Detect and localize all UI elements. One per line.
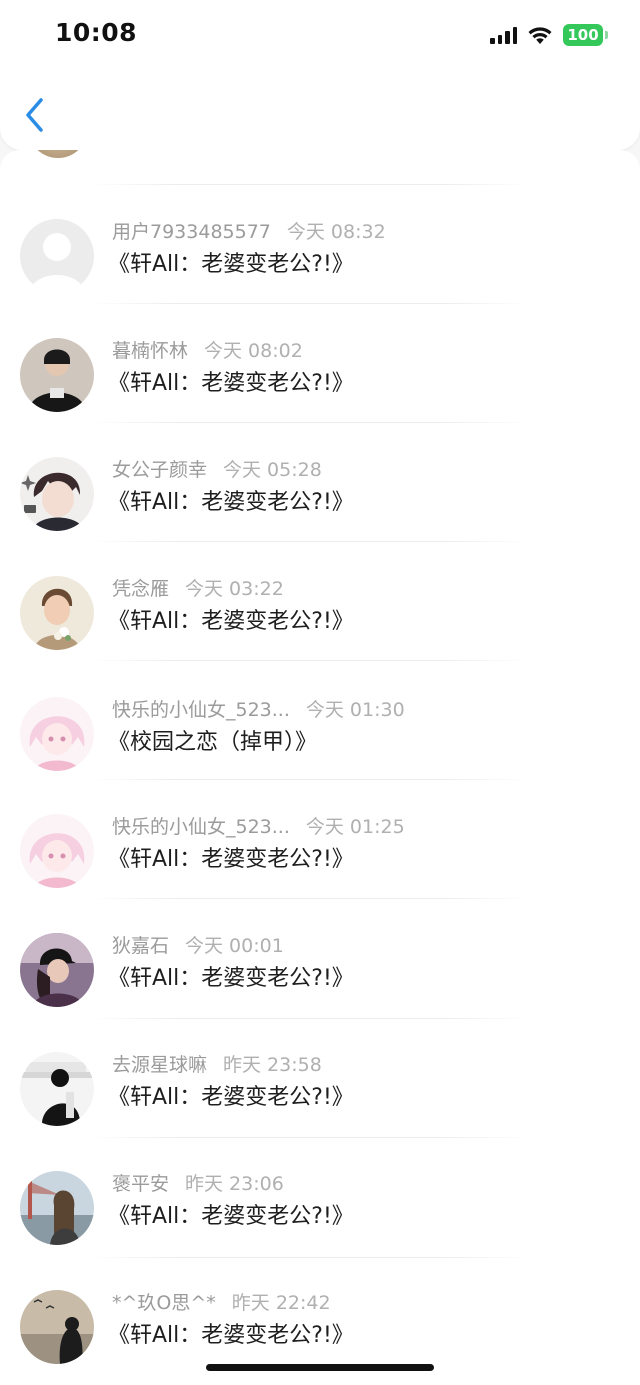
divider: [90, 660, 530, 661]
message-date: 昨天 22:42: [231, 1292, 331, 1314]
message-text: 《轩All：老婆变老公?!》: [108, 847, 354, 872]
message-text: 《轩All：老婆变老公?!》: [108, 252, 354, 277]
message-text: 《校园之恋（掉甲）》: [108, 730, 318, 755]
sender-name: *^玖O思^*: [112, 1292, 216, 1314]
list-item[interactable]: 去源星球嘛 昨天 23:58 《轩All：老婆变老公?!》: [0, 1050, 640, 1169]
sender-name: 快乐的小仙女_523...: [112, 816, 290, 838]
avatar: [20, 1290, 94, 1364]
list-item[interactable]: 快乐的小仙女_523... 今天 01:25 《轩All：老婆变老公?!》: [0, 812, 640, 931]
avatar: [20, 697, 94, 771]
chevron-left-icon[interactable]: [22, 96, 48, 134]
sender-name: 褒平安: [112, 1173, 170, 1195]
sender-name: 快乐的小仙女_523...: [112, 699, 290, 721]
message-date: 今天 01:25: [305, 816, 405, 838]
message-date: 昨天 23:06: [185, 1173, 284, 1195]
divider: [90, 303, 530, 304]
avatar: [20, 219, 94, 293]
home-indicator[interactable]: [206, 1364, 434, 1371]
battery-level: 100: [563, 24, 603, 46]
sender-name: 女公子颜幸: [112, 459, 208, 481]
message-date: 今天 08:32: [286, 221, 386, 243]
list-item[interactable]: 快乐的小仙女_523... 今天 01:30 《校园之恋（掉甲）》: [0, 695, 640, 814]
avatar: [20, 814, 94, 888]
message-date: 今天 03:22: [185, 578, 284, 600]
message-date: 昨天 23:58: [223, 1054, 322, 1076]
message-text: 《轩All：老婆变老公?!》: [108, 490, 354, 515]
sender-name: 用户7933485577: [112, 221, 271, 243]
top-bar: 10:08 100: [0, 0, 640, 150]
divider: [90, 898, 530, 899]
message-text: 《轩All：老婆变老公?!》: [108, 966, 354, 991]
list-item[interactable]: 狄嘉石 今天 00:01 《轩All：老婆变老公?!》: [0, 931, 640, 1050]
message-date: 今天 08:02: [204, 340, 303, 362]
avatar: [20, 338, 94, 412]
avatar: [20, 1171, 94, 1245]
status-time: 10:08: [55, 18, 138, 47]
divider: [90, 184, 530, 185]
avatar: [20, 576, 94, 650]
avatar: [20, 457, 94, 531]
divider: [90, 779, 530, 780]
wifi-icon: [528, 27, 552, 44]
divider: [90, 422, 530, 423]
message-text: 《轩All：老婆变老公?!》: [108, 1204, 354, 1229]
list-item[interactable]: 女公子颜幸 今天 05:28 《轩All：老婆变老公?!》: [0, 455, 640, 574]
cellular-signal-icon: [490, 26, 517, 44]
divider: [90, 541, 530, 542]
list-item[interactable]: 凭念雁 今天 03:22 《轩All：老婆变老公?!》: [0, 574, 640, 693]
sender-name: 暮楠怀林: [112, 340, 189, 362]
message-date: 今天 00:01: [185, 935, 284, 957]
list-item[interactable]: 褒平安 昨天 23:06 《轩All：老婆变老公?!》: [0, 1169, 640, 1288]
status-icons: 100: [490, 22, 608, 48]
avatar: [28, 150, 88, 158]
avatar: [20, 1052, 94, 1126]
sender-name: 去源星球嘛: [112, 1054, 208, 1076]
message-text: 《轩All：老婆变老公?!》: [108, 1323, 354, 1348]
avatar: [20, 933, 94, 1007]
divider: [90, 1018, 530, 1019]
list-item[interactable]: 用户7933485577 今天 08:32 《轩All：老婆变老公?!》: [0, 217, 640, 336]
divider: [90, 1257, 530, 1258]
divider: [90, 1137, 530, 1138]
message-text: 《轩All：老婆变老公?!》: [108, 371, 354, 396]
sender-name: 狄嘉石: [112, 935, 170, 957]
battery-icon: 100: [563, 24, 608, 46]
message-list[interactable]: 用户7933485577 今天 08:32 《轩All：老婆变老公?!》 暮楠怀林…: [0, 150, 640, 1385]
message-text: 《轩All：老婆变老公?!》: [108, 1085, 354, 1110]
message-date: 今天 01:30: [305, 699, 405, 721]
message-date: 今天 05:28: [223, 459, 322, 481]
list-item[interactable]: 暮楠怀林 今天 08:02 《轩All：老婆变老公?!》: [0, 336, 640, 455]
message-text: 《轩All：老婆变老公?!》: [108, 609, 354, 634]
sender-name: 凭念雁: [112, 578, 170, 600]
